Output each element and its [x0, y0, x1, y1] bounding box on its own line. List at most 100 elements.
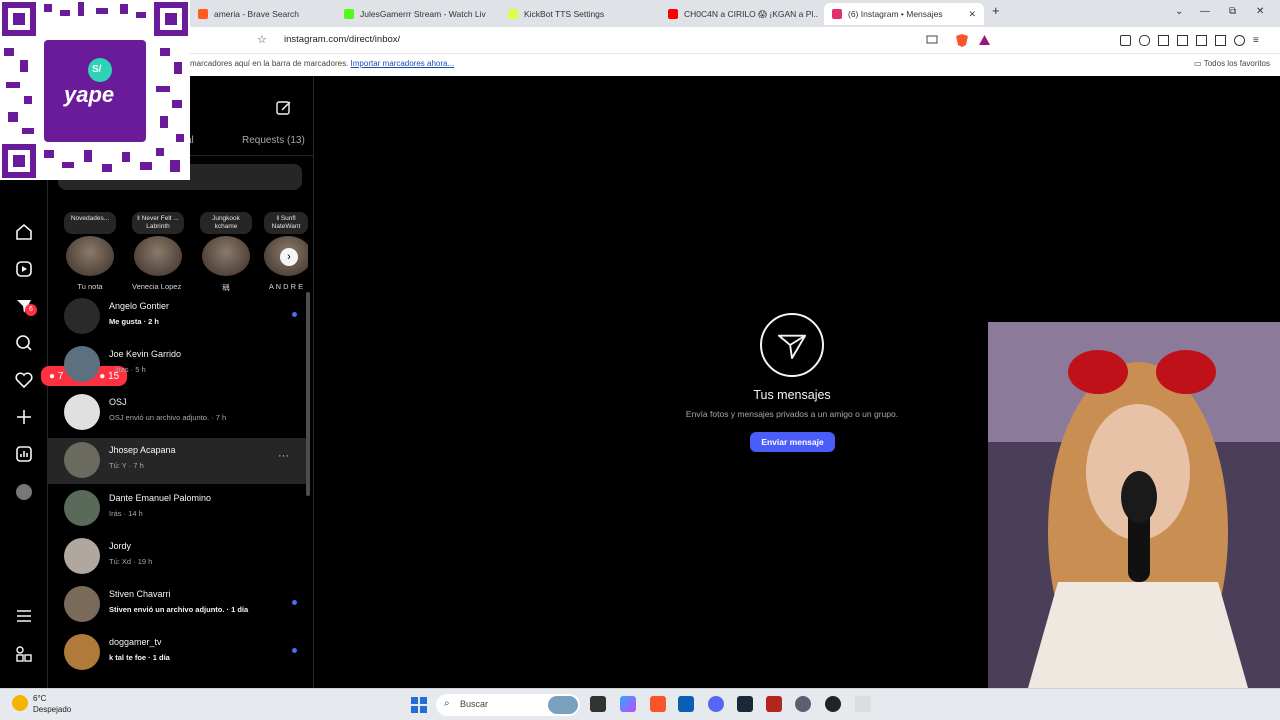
hamburger-menu-icon[interactable] — [14, 606, 34, 626]
close-window-button[interactable]: ✕ — [1256, 6, 1264, 17]
cast-icon[interactable] — [926, 35, 938, 45]
search-icon[interactable] — [14, 333, 34, 353]
note-avatar — [202, 236, 250, 276]
note-avatar — [134, 236, 182, 276]
all-bookmarks-button[interactable]: ▭ Todos los favoritos — [1194, 59, 1270, 68]
conversation-preview: Me gusta · 2 h — [109, 317, 160, 326]
avatar — [64, 490, 100, 526]
tab-search-icon[interactable]: ⌄ — [1175, 6, 1183, 17]
all-bookmarks-label: Todos los favoritos — [1203, 59, 1270, 68]
note-item[interactable]: Jungkook kchame 稱 — [200, 212, 252, 293]
create-icon[interactable] — [14, 407, 34, 427]
puzzle-icon[interactable] — [1139, 35, 1150, 46]
game-app-icon[interactable] — [766, 696, 782, 712]
note-name: A N D R E — [268, 282, 304, 291]
conversation-row[interactable]: OSJ OSJ envió un archivo adjunto. · 7 h — [48, 390, 308, 436]
close-tab-icon[interactable]: ✕ — [968, 9, 976, 20]
more-options-icon[interactable]: ··· — [278, 450, 289, 462]
url-field[interactable]: instagram.com/direct/inbox/ — [284, 34, 400, 45]
streamer-camera-image — [988, 322, 1280, 688]
tab-kickbot[interactable]: KickBot TTS Settings — [500, 3, 650, 25]
yape-qr-overlay: S/ yape — [0, 0, 190, 180]
search-highlight-icon — [548, 696, 578, 714]
tab-kick-stream[interactable]: JulesGamerrr Stream - Watch Live — [336, 3, 486, 25]
heart-icon[interactable] — [14, 370, 34, 390]
meta-apps-icon[interactable] — [14, 644, 34, 664]
import-bookmarks-link[interactable]: Importar marcadores ahora... — [351, 59, 455, 68]
conversation-row[interactable]: Joe Kevin Garrido ...litas · 5 h — [48, 342, 308, 388]
snipping-tool-icon[interactable] — [855, 696, 871, 712]
store-icon[interactable] — [678, 696, 694, 712]
conversation-preview: Stiven envió un archivo adjunto. · 1 día — [109, 605, 249, 614]
tab-title: JulesGamerrr Stream - Watch Live — [360, 9, 486, 19]
note-item[interactable]: Novedades... Tu nota — [64, 212, 116, 291]
tab-brave-search[interactable]: ameria - Brave Search — [190, 3, 330, 25]
profile-avatar[interactable] — [16, 484, 32, 500]
weather-temp: 6°C — [33, 694, 47, 703]
bookmark-icon[interactable]: ☆ — [257, 33, 267, 46]
leo-icon[interactable] — [1215, 35, 1226, 46]
taskbar-search-label: Buscar — [460, 699, 489, 709]
reels-icon[interactable] — [14, 259, 34, 279]
tab-title: (6) Instagram • Mensajes — [848, 9, 943, 19]
instagram-favicon-icon — [832, 9, 842, 19]
sidebar-icon[interactable] — [1196, 35, 1207, 46]
tab-title: KickBot TTS Settings — [524, 9, 605, 19]
wallet-icon[interactable] — [1158, 35, 1169, 46]
conversation-row[interactable]: Dante Emanuel Palomino Irás · 14 h — [48, 486, 308, 532]
tab-youtube[interactable]: CH0C4N a CIRILO 😱 ¡KGAN a Pl... — [660, 3, 818, 25]
send-message-button[interactable]: Enviar mensaje — [750, 432, 835, 452]
weather-widget[interactable]: 6°C Despejado — [33, 693, 71, 715]
bookmarks-hint: marcadores aquí en la barra de marcadore… — [190, 59, 454, 68]
conversation-row[interactable]: Stiven Chavarri Stiven envió un archivo … — [48, 582, 308, 628]
tab-requests[interactable]: Requests (13) — [242, 135, 305, 146]
conversation-row[interactable]: Jhosep Acapana Tú: Y · 7 h ··· — [48, 438, 308, 484]
maximize-button[interactable]: ⧉ — [1229, 6, 1236, 17]
unread-dot — [292, 312, 297, 317]
notes-next-arrow[interactable]: › — [280, 248, 298, 266]
home-icon[interactable] — [14, 222, 34, 242]
note-bubble: ‖ Never Felt ... Labrinth — [132, 212, 184, 234]
extension-icon[interactable] — [1120, 35, 1131, 46]
taskbar-search[interactable]: ⌕ Buscar — [436, 694, 580, 716]
note-name: 稱 — [222, 283, 230, 292]
conversation-preview: Tú: Y · 7 h — [109, 461, 144, 470]
note-name: Tu nota — [77, 282, 103, 291]
unread-dot — [292, 648, 297, 653]
copilot-icon[interactable] — [620, 696, 636, 712]
webcam-overlay — [988, 322, 1280, 688]
obs-icon[interactable] — [825, 696, 841, 712]
avatar — [64, 634, 100, 670]
new-tab-button[interactable]: + — [992, 3, 1000, 18]
kick-favicon-icon — [344, 9, 354, 19]
note-item[interactable]: ‖ Never Felt ... Labrinth Venecia Lopez … — [132, 212, 184, 291]
conversation-row[interactable]: Jordy Tú: Xd · 19 h — [48, 534, 308, 580]
steam-icon[interactable] — [737, 696, 753, 712]
avatar — [64, 538, 100, 574]
conversation-row[interactable]: doggamer_tv k tal te foe · 1 día — [48, 630, 308, 676]
youtube-favicon-icon — [668, 9, 678, 19]
discord-icon[interactable] — [708, 696, 724, 712]
weather-icon — [12, 695, 28, 711]
dashboard-icon[interactable] — [14, 444, 34, 464]
inbox-scrollbar[interactable] — [306, 292, 310, 496]
compose-icon[interactable] — [276, 100, 292, 116]
minimize-button[interactable]: — — [1200, 6, 1210, 17]
conversation-name: Joe Kevin Garrido — [109, 349, 182, 359]
conversation-preview: ...litas · 5 h — [109, 365, 146, 374]
menu-icon[interactable]: ≡ — [1253, 35, 1264, 46]
task-view-icon[interactable] — [590, 696, 606, 712]
conversation-row[interactable]: Angelo Gontier Me gusta · 2 h — [48, 294, 308, 340]
tab-instagram[interactable]: (6) Instagram • Mensajes ✕ — [824, 3, 984, 25]
conversation-name: doggamer_tv — [109, 637, 162, 647]
windows-start-icon[interactable] — [411, 697, 427, 713]
brave-shields-icon[interactable] — [955, 33, 969, 48]
folder-icon: ▭ — [1194, 59, 1204, 68]
music-icon[interactable] — [1177, 35, 1188, 46]
brave-rewards-icon[interactable] — [978, 34, 991, 46]
brave-browser-icon[interactable] — [650, 696, 666, 712]
settings-gear-icon[interactable] — [795, 696, 811, 712]
vpn-icon[interactable] — [1234, 35, 1245, 46]
paper-plane-icon — [760, 313, 824, 377]
note-bubble: Jungkook kchame — [200, 212, 252, 234]
